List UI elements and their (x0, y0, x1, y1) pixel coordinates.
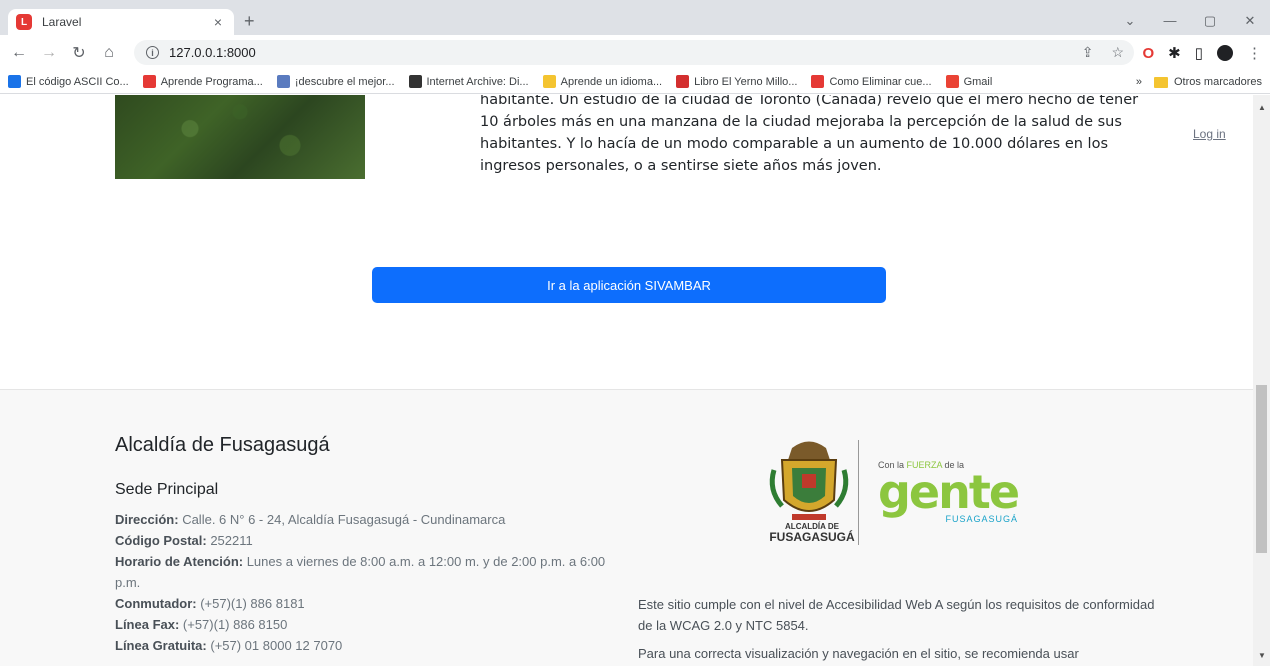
bookmark-favicon-icon (676, 75, 690, 88)
reload-icon[interactable]: ↻ (68, 43, 90, 63)
side-panel-icon[interactable]: ▯ (1195, 44, 1203, 62)
footer-title: Alcaldía de Fusagasugá (115, 434, 330, 456)
contact-value: (+57)(1) 886 8150 (179, 617, 288, 632)
login-link[interactable]: Log in (1193, 127, 1226, 141)
bookmark-item[interactable]: El código ASCII Co... (8, 75, 129, 88)
contact-value: 252211 (206, 533, 253, 548)
alcaldia-logo-text: ALCALDÍA DE FUSAGASUGÁ (769, 522, 855, 544)
contact-label: Dirección: (115, 512, 179, 527)
folder-icon (1153, 76, 1168, 88)
bookmark-item[interactable]: Internet Archive: Di... (408, 75, 529, 88)
laravel-favicon-icon: L (16, 14, 32, 30)
contact-value: (+57) 01 8000 12 7070 (206, 638, 343, 653)
navigation-bar: ← → ↻ ⌂ i 127.0.0.1:8000 ⇪ ☆ O ✱ ▯ ⋮ (0, 35, 1270, 70)
scroll-down-arrow-icon[interactable]: ▼ (1258, 651, 1266, 660)
bookmark-label: Gmail (963, 75, 993, 88)
vertical-scrollbar[interactable]: ▲ ▼ (1253, 95, 1270, 666)
contact-label: Línea Fax: (115, 617, 180, 632)
tab-bar: L Laravel × + ⌄ — ▢ ✕ (0, 6, 1270, 35)
contact-label: Horario de Atención: (115, 554, 244, 569)
contact-label: Línea Gratuita: (115, 638, 207, 653)
bookmark-label: Internet Archive: Di... (426, 75, 529, 88)
browser-recommendation: Para una correcta visualización y navega… (638, 646, 1079, 661)
close-tab-icon[interactable]: × (210, 14, 226, 30)
maximize-button[interactable]: ▢ (1190, 13, 1230, 29)
contact-info: Dirección: Calle. 6 N° 6 - 24, Alcaldía … (115, 509, 625, 656)
contact-label: Conmutador: (115, 596, 197, 611)
tab-title: Laravel (42, 15, 82, 29)
contact-line: Línea Fax: (+57)(1) 886 8150 (115, 614, 625, 635)
site-info-icon[interactable]: i (146, 46, 159, 59)
forest-image (115, 95, 365, 179)
bookmark-label: El código ASCII Co... (26, 75, 129, 88)
contact-line: Horario de Atención: Lunes a viernes de … (115, 551, 625, 593)
bookmark-label: Aprende un idioma... (560, 75, 663, 88)
other-bookmarks[interactable]: Otros marcadores (1174, 76, 1262, 88)
footer-subtitle: Sede Principal (115, 481, 219, 498)
home-icon[interactable]: ⌂ (98, 44, 120, 62)
bookmark-item[interactable]: Aprende Programa... (142, 75, 263, 88)
more-bookmarks-chevron-icon[interactable]: » (1136, 76, 1142, 88)
opera-extension-icon[interactable]: O (1142, 45, 1154, 62)
new-tab-button[interactable]: + (244, 11, 255, 32)
close-window-button[interactable]: ✕ (1230, 13, 1270, 29)
bookmark-star-icon[interactable]: ☆ (1111, 44, 1124, 61)
contact-line: Conmutador: (+57)(1) 886 8181 (115, 593, 625, 614)
bookmark-favicon-icon (811, 75, 825, 88)
bookmark-item[interactable]: Libro El Yerno Millo... (676, 75, 797, 88)
contact-line: Línea Gratuita: (+57) 01 8000 12 7070 (115, 635, 625, 656)
address-bar[interactable]: i 127.0.0.1:8000 ⇪ ☆ (134, 40, 1134, 65)
minimize-button[interactable]: — (1150, 13, 1190, 28)
bookmark-item[interactable]: Aprende un idioma... (542, 75, 663, 88)
contact-value: (+57)(1) 886 8181 (196, 596, 305, 611)
scrollbar-thumb[interactable] (1256, 385, 1267, 553)
bookmark-label: Libro El Yerno Millo... (694, 75, 798, 88)
contact-label: Código Postal: (115, 533, 207, 548)
accessibility-statement: Este sitio cumple con el nivel de Accesi… (638, 597, 1155, 633)
bookmark-label: ¡descubre el mejor... (294, 75, 395, 88)
footer: Alcaldía de Fusagasugá Sede Principal Di… (0, 389, 1253, 666)
menu-kebab-icon[interactable]: ⋮ (1247, 44, 1262, 62)
tab-search-dropdown-icon[interactable]: ⌄ (1110, 13, 1150, 29)
bookmark-favicon-icon (276, 75, 290, 88)
share-icon[interactable]: ⇪ (1082, 44, 1094, 61)
contact-value: Calle. 6 N° 6 - 24, Alcaldía Fusagasugá … (178, 512, 506, 527)
bookmark-item[interactable]: ¡descubre el mejor... (276, 75, 395, 88)
extensions-puzzle-icon[interactable]: ✱ (1168, 44, 1181, 62)
forward-arrow-icon[interactable]: → (38, 44, 60, 62)
contact-line: Código Postal: 252211 (115, 530, 625, 551)
bookmark-favicon-icon (945, 75, 959, 88)
bookmark-favicon-icon (542, 75, 556, 88)
scroll-up-arrow-icon[interactable]: ▲ (1258, 103, 1266, 112)
bookmarks-bar: El código ASCII Co... Aprende Programa...… (0, 70, 1270, 94)
browser-tab[interactable]: L Laravel × (8, 9, 234, 35)
url-text[interactable]: 127.0.0.1:8000 (169, 45, 256, 60)
bookmark-label: Aprende Programa... (160, 75, 263, 88)
back-arrow-icon[interactable]: ← (8, 44, 30, 62)
bookmark-favicon-icon (142, 75, 156, 88)
bookmark-item[interactable]: Como Eliminar cue... (811, 75, 932, 88)
contact-line: Dirección: Calle. 6 N° 6 - 24, Alcaldía … (115, 509, 625, 530)
logo-separator (858, 440, 859, 545)
footer-logos: ALCALDÍA DE FUSAGASUGÁ Con la FUERZA de … (762, 430, 1042, 550)
bookmark-favicon-icon (408, 75, 422, 88)
profile-avatar-icon[interactable] (1217, 45, 1233, 61)
go-to-sivambar-button[interactable]: Ir a la aplicación SIVAMBAR (372, 267, 886, 303)
web-page: habitante. Un estudio de la ciudad de To… (0, 95, 1253, 666)
bookmark-label: Como Eliminar cue... (829, 75, 932, 88)
con-la-fuerza-de-la-gente-logo: Con la FUERZA de la gente FUSAGASUGÁ (878, 460, 1020, 524)
article-paragraph: habitante. Un estudio de la ciudad de To… (480, 95, 1139, 174)
bookmark-favicon-icon (8, 75, 21, 88)
bookmark-item[interactable]: Gmail (945, 75, 993, 88)
alcaldia-crest-logo (769, 441, 849, 520)
